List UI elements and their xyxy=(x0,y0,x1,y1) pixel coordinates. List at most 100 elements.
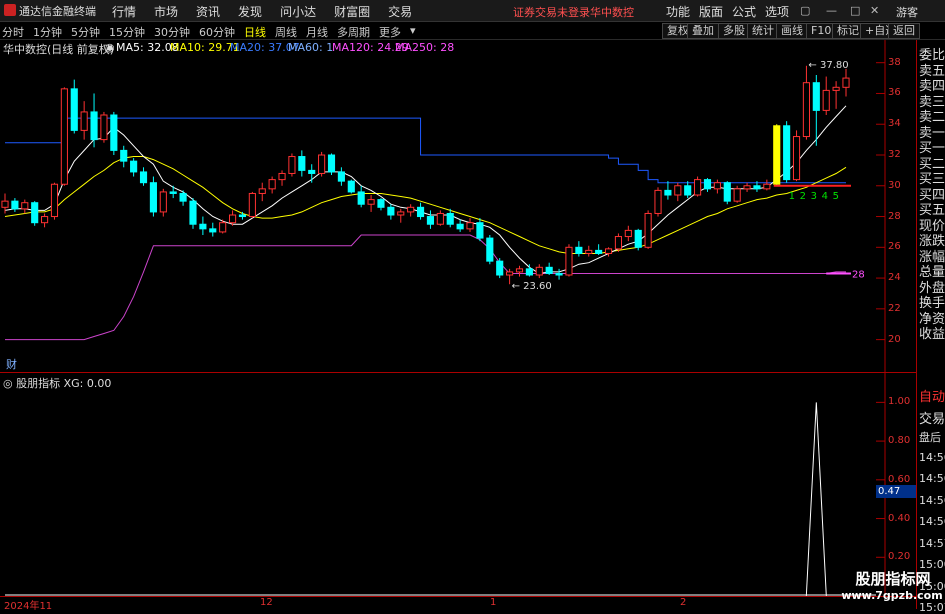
ma-end-label: 28 xyxy=(852,269,865,280)
indicator-value-box: 0.47 xyxy=(876,485,916,498)
candle-body xyxy=(41,216,49,224)
price-tick: 32 xyxy=(888,149,901,160)
candle-body xyxy=(664,189,672,196)
candle-body xyxy=(763,183,771,190)
candle-body xyxy=(703,179,712,190)
price-tick: 20 xyxy=(888,333,901,345)
candle-body xyxy=(268,179,276,190)
candle-body xyxy=(733,188,741,202)
candle-body xyxy=(347,180,355,193)
quote-label[interactable]: 14:56 xyxy=(919,472,945,485)
candle-body xyxy=(60,88,68,185)
price-tick: 26 xyxy=(888,241,901,253)
pane-divider[interactable] xyxy=(0,372,916,373)
quote-label[interactable]: 14:56 xyxy=(919,494,945,507)
candle-body xyxy=(634,229,642,248)
signal-spike xyxy=(805,402,827,596)
candle-body xyxy=(486,237,494,262)
candle-body xyxy=(416,206,425,218)
candle-body xyxy=(219,222,227,233)
indicator-tick: 0.60 xyxy=(888,473,911,485)
low-annotation: ← 23.60 xyxy=(512,281,552,292)
quote-label[interactable]: 14:56 xyxy=(919,515,945,528)
date-label: 2024年11 xyxy=(4,601,53,612)
candle-body xyxy=(694,179,702,196)
date-label: 12 xyxy=(260,597,273,608)
candle-body xyxy=(377,199,385,208)
candle-body xyxy=(258,188,266,194)
candle-body xyxy=(1,200,9,208)
candle-body xyxy=(684,185,692,196)
candle-body xyxy=(367,199,375,205)
candle-body xyxy=(357,191,365,205)
candle-body xyxy=(575,246,583,254)
candle-body xyxy=(209,228,217,233)
candle-body xyxy=(407,206,415,213)
candle-body xyxy=(288,156,296,174)
candle-body xyxy=(278,172,286,181)
count-label: 2 xyxy=(800,191,806,202)
candle-body xyxy=(199,223,207,230)
candle-body xyxy=(624,229,632,238)
count-label: 3 xyxy=(811,191,817,202)
date-axis: 2024年11 12 1 2 xyxy=(0,596,916,612)
indicator-tick: 0.20 xyxy=(888,551,911,563)
candle-body xyxy=(842,77,850,88)
candle-body xyxy=(149,182,157,213)
price-tick: 24 xyxy=(888,272,901,284)
candle-body xyxy=(614,236,623,250)
candle-body xyxy=(476,222,484,239)
date-label: 1 xyxy=(490,597,497,608)
high-annotation: ← 37.80 xyxy=(808,60,848,71)
quote-label[interactable]: 收益 xyxy=(919,323,945,342)
quote-label[interactable]: 14:56 xyxy=(919,451,945,464)
quote-label[interactable]: 自动 xyxy=(919,386,945,405)
candle-body xyxy=(802,82,810,138)
candle-body xyxy=(80,111,88,131)
indicator-icon: ◎ xyxy=(3,377,13,390)
candle-body xyxy=(644,212,652,248)
candle-body xyxy=(426,216,435,225)
date-label: 2 xyxy=(680,597,687,608)
indicator-title: ◎ 股朋指标 XG: 0.00 xyxy=(3,377,112,390)
candle-body xyxy=(110,114,118,151)
indicator-tick: 0.80 xyxy=(888,435,911,447)
candle-body xyxy=(308,169,316,174)
candle-body xyxy=(822,89,830,111)
candle-body xyxy=(515,268,524,273)
indicator-tick: 0.40 xyxy=(888,512,911,524)
candle-body xyxy=(139,171,148,184)
candle-body xyxy=(21,202,29,210)
candle-body xyxy=(70,88,78,131)
price-tick: 28 xyxy=(888,210,901,222)
candle-body xyxy=(753,185,761,190)
candle-body xyxy=(387,206,395,216)
count-label: 4 xyxy=(822,191,828,202)
chart-canvas[interactable]: ← 37.80← 23.6028财1 2 3 4 5 xyxy=(0,0,916,596)
candle-body xyxy=(179,192,187,202)
candle-body xyxy=(238,214,247,218)
candle-body xyxy=(555,272,563,276)
quote-label[interactable]: 14:57 xyxy=(919,537,945,550)
candle-body xyxy=(100,114,108,141)
quote-label[interactable]: 15:07 xyxy=(919,601,945,614)
candle-body xyxy=(773,125,781,185)
watermark-url: www.7gpzb.com xyxy=(841,589,943,602)
candle-body xyxy=(31,202,39,224)
indicator-tick: 1.00 xyxy=(888,396,911,408)
candle-body xyxy=(50,183,59,218)
candle-body xyxy=(604,248,613,254)
quote-label[interactable]: 交易 xyxy=(919,408,945,427)
count-label: 5 xyxy=(833,191,839,202)
candle-body xyxy=(11,200,19,210)
candle-body xyxy=(713,182,721,190)
candle-body xyxy=(792,136,801,181)
price-tick: 38 xyxy=(888,56,901,68)
price-tick: 30 xyxy=(888,179,901,191)
candle-body xyxy=(783,125,791,181)
candle-body xyxy=(654,189,662,214)
candle-body xyxy=(248,192,256,218)
price-tick: 22 xyxy=(888,302,901,314)
candle-body xyxy=(832,86,840,91)
quote-label[interactable]: 盘后 xyxy=(919,429,941,445)
